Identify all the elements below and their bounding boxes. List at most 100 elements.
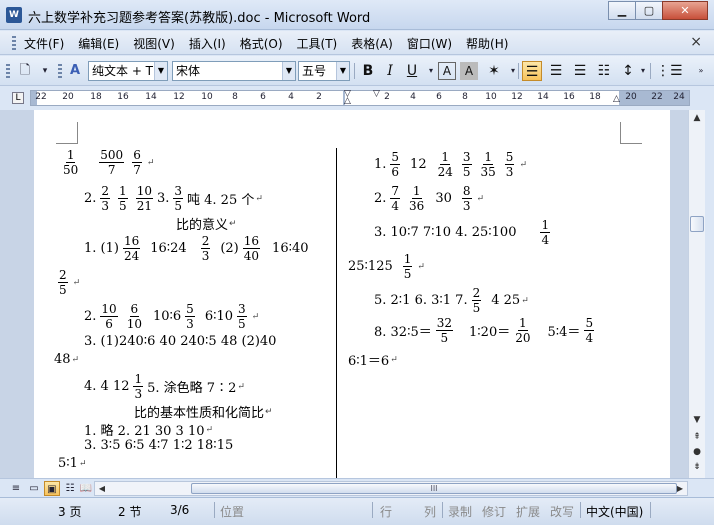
character-shading-icon[interactable]: A <box>460 62 478 80</box>
doc-line[interactable]: 3. 10∶7 7∶10 4. 25∶100 14 <box>374 218 554 247</box>
minimize-button[interactable]: ▁ <box>608 1 636 20</box>
tab-selector-icon[interactable]: L <box>12 92 24 104</box>
text-run: 5. 涂色略 7∶2 <box>147 381 237 396</box>
fraction: 1 35 <box>480 150 497 179</box>
doc-line[interactable]: 25 ↵ <box>54 268 80 297</box>
vertical-scroll-thumb[interactable] <box>690 216 704 232</box>
status-language[interactable]: 中文(中国) <box>586 503 643 520</box>
doc-line[interactable]: 1. 略 2. 21 30 3 10 ↵ <box>84 420 213 439</box>
doc-line[interactable]: 48 ↵ <box>54 352 79 367</box>
document-close-icon[interactable]: × <box>690 34 702 50</box>
menu-table[interactable]: 表格(A) <box>351 35 393 52</box>
doc-line[interactable]: 8. 32∶5＝ 32 5 1∶20＝ 1 20 5∶4＝ 54 <box>374 316 598 345</box>
document-page[interactable]: 1 50 500 7 67 ↵ 2. 23 15 10 21 3. 35 吨 4. 2… <box>34 110 670 478</box>
text-effects-icon[interactable]: ✶ <box>484 61 504 81</box>
normal-view-icon[interactable]: ≡ <box>8 481 24 496</box>
align-right-button[interactable]: ☰ <box>570 61 590 81</box>
menu-edit[interactable]: 编辑(E) <box>78 35 119 52</box>
section-heading[interactable]: 比的基本性质和化简比 ↵ <box>134 402 273 421</box>
fraction-numerator: 500 <box>99 148 125 163</box>
justify-button[interactable]: ☷ <box>594 61 614 81</box>
right-indent-marker[interactable]: △ <box>613 94 620 104</box>
web-layout-icon[interactable]: ▭ <box>26 481 42 496</box>
section-heading[interactable]: 比的意义 ↵ <box>176 214 237 233</box>
new-document-icon[interactable]: 🗋 <box>16 62 34 80</box>
toolbar-overflow-icon[interactable]: » <box>692 62 710 80</box>
chevron-down-icon[interactable]: ▼ <box>154 62 167 80</box>
styles-pane-icon[interactable]: A <box>66 62 84 80</box>
font-size-combo[interactable]: 五号 ▼ <box>298 61 350 81</box>
toolbar-grip-handle[interactable] <box>6 64 10 78</box>
status-ext[interactable]: 扩展 <box>516 503 540 520</box>
vertical-scrollbar[interactable]: ▲ ▼ ⇞ ● ⇟ <box>688 110 705 478</box>
fraction-denominator: 4 <box>541 233 550 247</box>
status-page: 3 页 <box>58 505 82 519</box>
menu-window[interactable]: 窗口(W) <box>407 35 452 52</box>
paragraph-mark: ↵ <box>521 295 529 306</box>
select-browse-object-icon[interactable]: ● <box>689 445 705 459</box>
doc-line[interactable]: 1 50 500 7 67 ↵ <box>58 148 154 177</box>
status-rec[interactable]: 录制 <box>448 503 472 520</box>
doc-line[interactable]: 3. (1)240∶6 40 240∶5 48 (2)40 <box>84 334 276 349</box>
word-app-icon[interactable]: W <box>6 7 22 23</box>
toolbar-grip-handle-2[interactable] <box>58 64 62 78</box>
menu-grip-handle[interactable] <box>12 36 16 50</box>
menu-tools[interactable]: 工具(T) <box>297 35 338 52</box>
character-border-icon[interactable]: A <box>438 62 456 80</box>
effects-options-icon[interactable]: ▾ <box>504 62 522 80</box>
paragraph-mark: ↵ <box>78 458 87 469</box>
fraction-numerator: 7 <box>390 184 401 199</box>
fraction-numerator: 32 <box>435 316 454 331</box>
doc-line[interactable]: 3. 3∶5 6∶5 4∶7 1∶2 18∶15 <box>84 438 233 453</box>
outline-view-icon[interactable]: ☷ <box>62 481 78 496</box>
fraction-denominator: 4 <box>391 199 400 213</box>
menu-file[interactable]: 文件(F) <box>24 35 64 52</box>
status-trk[interactable]: 修订 <box>482 503 506 520</box>
scroll-up-icon[interactable]: ▲ <box>689 110 705 126</box>
maximize-button[interactable]: ▢ <box>635 1 663 20</box>
numbered-list-icon[interactable]: ⋮☰ <box>656 61 683 81</box>
reading-layout-icon[interactable]: 📖 <box>78 481 94 496</box>
menu-format[interactable]: 格式(O) <box>240 35 283 52</box>
status-ovr[interactable]: 改写 <box>550 503 574 520</box>
doc-line[interactable]: 1. 56 12 1 24 35 1 35 53 ↵ <box>374 150 527 179</box>
document-area[interactable]: 1 50 500 7 67 ↵ 2. 23 15 10 21 3. 35 吨 4. 2… <box>0 110 688 478</box>
menu-view[interactable]: 视图(V) <box>133 35 175 52</box>
fraction-denominator: 5 <box>174 199 183 213</box>
doc-line[interactable]: 2. 23 15 10 21 3. 35 吨 4. 25 个 ↵ <box>84 184 263 213</box>
doc-line[interactable]: 1. (1) 16 24 16∶24 23 (2) 16 40 16∶40 <box>84 234 309 263</box>
doc-line[interactable]: 5. 2∶1 6. 3∶1 7. 25 4 25 ↵ <box>374 286 529 315</box>
doc-line[interactable]: 25∶125 15 ↵ <box>348 252 425 281</box>
hanging-indent-marker[interactable]: △ <box>344 96 351 106</box>
chevron-down-icon[interactable]: ▼ <box>282 62 295 80</box>
menu-insert[interactable]: 插入(I) <box>189 35 226 52</box>
chevron-down-icon[interactable]: ▼ <box>336 62 349 80</box>
horizontal-scrollbar[interactable]: ◀ III ▶ <box>94 481 688 496</box>
next-page-icon[interactable]: ⇟ <box>689 460 705 474</box>
align-left-button[interactable]: ☰ <box>522 61 542 81</box>
doc-line[interactable]: 2. 10 6 6 10 10∶6 53 6∶10 35 ↵ <box>84 302 259 331</box>
style-combo[interactable]: 纯文本 + T ▼ <box>88 61 168 81</box>
font-combo[interactable]: 宋体 ▼ <box>172 61 296 81</box>
fraction: 13 <box>133 372 144 401</box>
print-layout-icon[interactable]: ▣ <box>44 481 60 496</box>
horizontal-scroll-thumb[interactable]: III <box>191 483 677 494</box>
previous-page-icon[interactable]: ⇞ <box>689 430 705 444</box>
align-center-button[interactable]: ☰ <box>546 61 566 81</box>
close-button[interactable]: ✕ <box>662 1 708 20</box>
italic-button[interactable]: I <box>380 61 400 81</box>
doc-line[interactable]: 5∶1 ↵ <box>58 456 86 471</box>
doc-line[interactable]: 2. 74 1 36 30 83 ↵ <box>374 184 484 213</box>
doc-line[interactable]: 6∶1＝6 ↵ <box>348 350 398 369</box>
toolbar-options-icon[interactable]: ▾ <box>36 62 54 80</box>
scroll-down-icon[interactable]: ▼ <box>689 412 705 428</box>
underline-button[interactable]: U <box>402 61 422 81</box>
scroll-right-icon[interactable]: ▶ <box>673 482 687 495</box>
bold-button[interactable]: B <box>358 61 378 81</box>
scroll-left-icon[interactable]: ◀ <box>95 482 109 495</box>
fraction-numerator: 6 <box>132 148 142 163</box>
column-first-line-indent-marker[interactable]: ▽ <box>373 89 380 99</box>
menu-help[interactable]: 帮助(H) <box>466 35 508 52</box>
doc-line[interactable]: 4. 4 12 13 5. 涂色略 7∶2 ↵ <box>84 372 245 401</box>
ruler-strip[interactable]: 22 20 18 16 14 12 10 8 6 4 2 2 4 6 8 10 … <box>30 89 690 106</box>
